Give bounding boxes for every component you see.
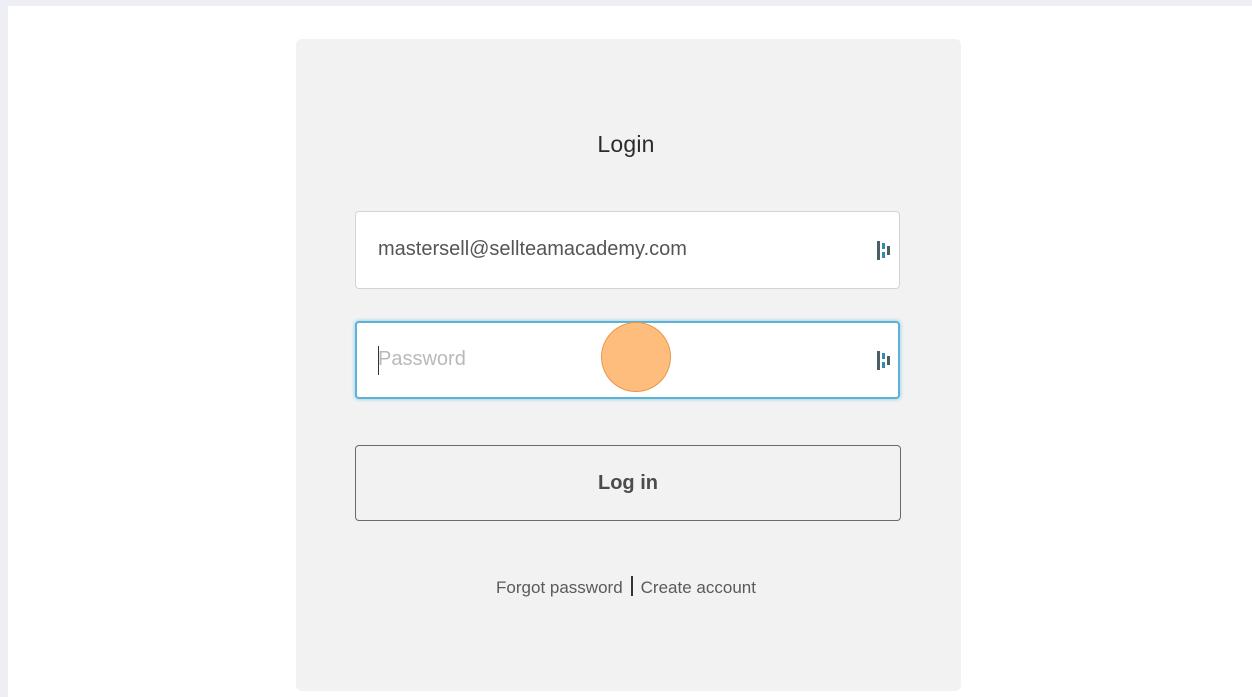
password-placeholder[interactable]: Password: [378, 348, 466, 371]
page-title: Login: [597, 131, 655, 157]
email-field[interactable]: mastersell@sellteamacademy.com: [355, 211, 900, 289]
create-account-link[interactable]: Create account: [641, 578, 756, 597]
password-field[interactable]: Password: [355, 321, 900, 399]
login-button[interactable]: Log in: [355, 445, 901, 521]
link-separator: [630, 576, 633, 596]
password-manager-icon[interactable]: [877, 351, 891, 370]
account-links: Forgot password Create account: [0, 576, 1252, 598]
forgot-password-link[interactable]: Forgot password: [496, 578, 623, 597]
email-value[interactable]: mastersell@sellteamacademy.com: [378, 238, 687, 261]
password-manager-icon[interactable]: [877, 241, 891, 260]
